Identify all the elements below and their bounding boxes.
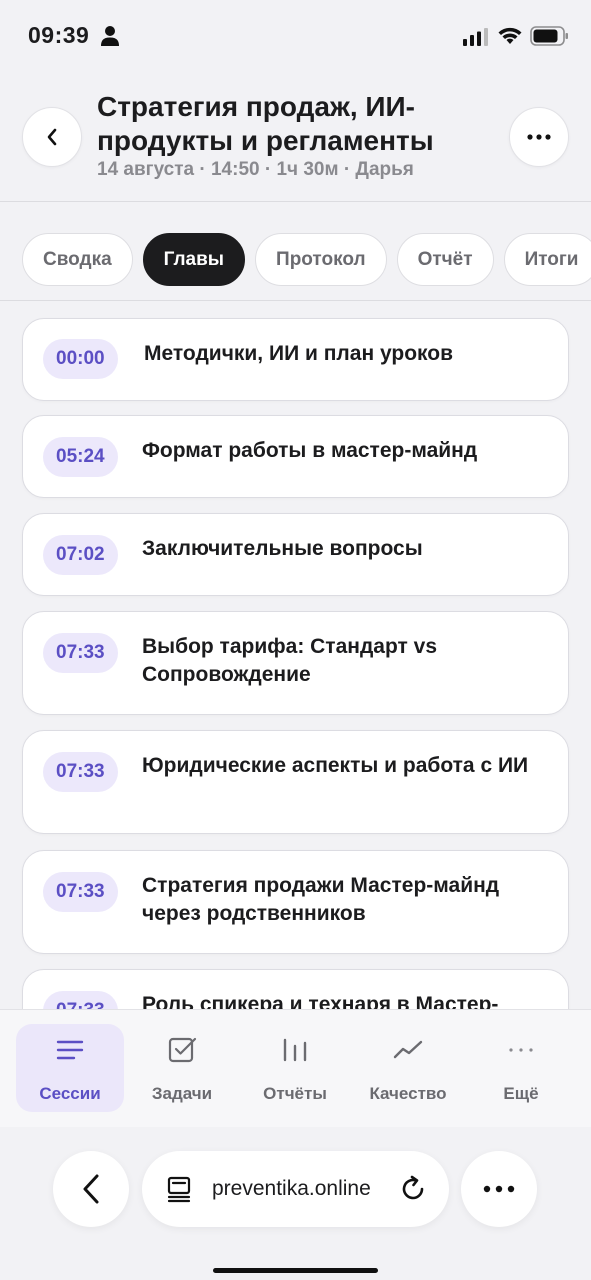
checkbox-icon	[168, 1037, 197, 1063]
trend-line-icon	[393, 1040, 423, 1059]
reload-icon[interactable]	[397, 1173, 429, 1205]
nav-label: Задачи	[151, 1084, 213, 1103]
more-dots-icon	[509, 1048, 533, 1052]
section-tabs: Сводка Главы Протокол Отчёт Итоги	[22, 233, 591, 287]
chapter-title: Заключительные вопросы	[142, 537, 423, 560]
chapter-item[interactable]: 00:00 Методички, ИИ и план уроков	[22, 318, 569, 401]
chapter-item[interactable]: 07:33 Юридические аспекты и работа с ИИ	[22, 730, 569, 834]
chapter-item[interactable]: 05:24 Формат работы в мастер-майнд	[22, 415, 569, 498]
person-icon	[101, 26, 119, 46]
browser-toolbar: preventika.online	[0, 1127, 591, 1280]
nav-item-tasks[interactable]: Задачи	[128, 1024, 236, 1112]
nav-label: Качество	[369, 1084, 447, 1103]
tab-summary[interactable]: Сводка	[22, 233, 133, 286]
bottom-navigation: Сессии Задачи Отчёты Качество Ещё	[0, 1009, 591, 1127]
chapter-title: Стратегия продажи Мастер-майнд через род…	[142, 874, 500, 925]
nav-item-quality[interactable]: Качество	[354, 1024, 462, 1112]
chapter-timestamp[interactable]: 07:02	[43, 535, 118, 575]
page-title: Стратегия продаж, ИИ-продукты и регламен…	[97, 91, 434, 156]
home-indicator	[213, 1268, 378, 1273]
cellular-signal-icon	[463, 28, 488, 46]
chapter-timestamp[interactable]: 07:33	[43, 633, 118, 673]
more-dots-icon	[527, 134, 551, 140]
tabs-overview-icon[interactable]	[166, 1175, 194, 1203]
tab-chapters[interactable]: Главы	[142, 233, 246, 286]
nav-label: Отчёты	[263, 1084, 327, 1103]
chapters-list: 00:00 Методички, ИИ и план уроков 05:24 …	[0, 301, 591, 1009]
back-button[interactable]	[22, 107, 82, 167]
session-meta: 14 августа · 14:50 · 1ч 30м · Дарья	[97, 159, 414, 180]
menu-lines-icon	[56, 1040, 84, 1060]
nav-label: Сессии	[39, 1084, 101, 1103]
url-text: preventika.online	[212, 1177, 371, 1200]
chapter-item[interactable]: 07:33 Роль спикера и технаря в Мастер-ма…	[22, 969, 569, 1009]
header-divider	[0, 201, 591, 202]
session-header: Стратегия продаж, ИИ-продукты и регламен…	[0, 70, 591, 201]
nav-item-sessions[interactable]: Сессии	[16, 1024, 124, 1112]
chapter-title: Выбор тарифа: Стандарт vs Сопровождение	[142, 635, 437, 686]
chapter-item[interactable]: 07:33 Выбор тарифа: Стандарт vs Сопровож…	[22, 611, 569, 715]
wifi-icon	[498, 27, 522, 44]
status-bar: 09:39	[0, 0, 591, 70]
chevron-left-icon	[83, 1174, 99, 1204]
chapter-title: Юридические аспекты и работа с ИИ	[142, 754, 529, 777]
chapter-timestamp[interactable]: 07:33	[43, 872, 118, 912]
browser-menu-button[interactable]	[461, 1151, 537, 1227]
tab-protocol[interactable]: Протокол	[255, 233, 387, 286]
status-time: 09:39	[28, 22, 90, 48]
chapter-timestamp[interactable]: 00:00	[43, 339, 118, 379]
battery-icon	[530, 26, 568, 46]
address-bar[interactable]: preventika.online	[142, 1151, 449, 1227]
bar-chart-icon	[283, 1038, 307, 1062]
chapter-item[interactable]: 07:02 Заключительные вопросы	[22, 513, 569, 596]
chapter-timestamp[interactable]: 07:33	[43, 752, 118, 792]
nav-item-more[interactable]: Ещё	[467, 1024, 575, 1112]
chevron-left-icon	[47, 128, 57, 146]
tab-results[interactable]: Итоги	[503, 233, 591, 286]
more-dots-icon	[483, 1185, 515, 1193]
chapter-timestamp[interactable]: 05:24	[43, 437, 118, 477]
nav-label: Ещё	[503, 1084, 539, 1103]
tab-report[interactable]: Отчёт	[396, 233, 494, 286]
more-options-button[interactable]	[509, 107, 569, 167]
chapter-title: Роль спикера и технаря в Мастер-майнд	[142, 993, 499, 1009]
browser-back-button[interactable]	[53, 1151, 129, 1227]
chapter-title: Методички, ИИ и план уроков	[144, 342, 453, 365]
chapter-title: Формат работы в мастер-майнд	[142, 439, 478, 462]
nav-item-reports[interactable]: Отчёты	[241, 1024, 349, 1112]
chapter-item[interactable]: 07:33 Стратегия продажи Мастер-майнд чер…	[22, 850, 569, 954]
chapter-timestamp[interactable]: 07:33	[43, 991, 118, 1009]
